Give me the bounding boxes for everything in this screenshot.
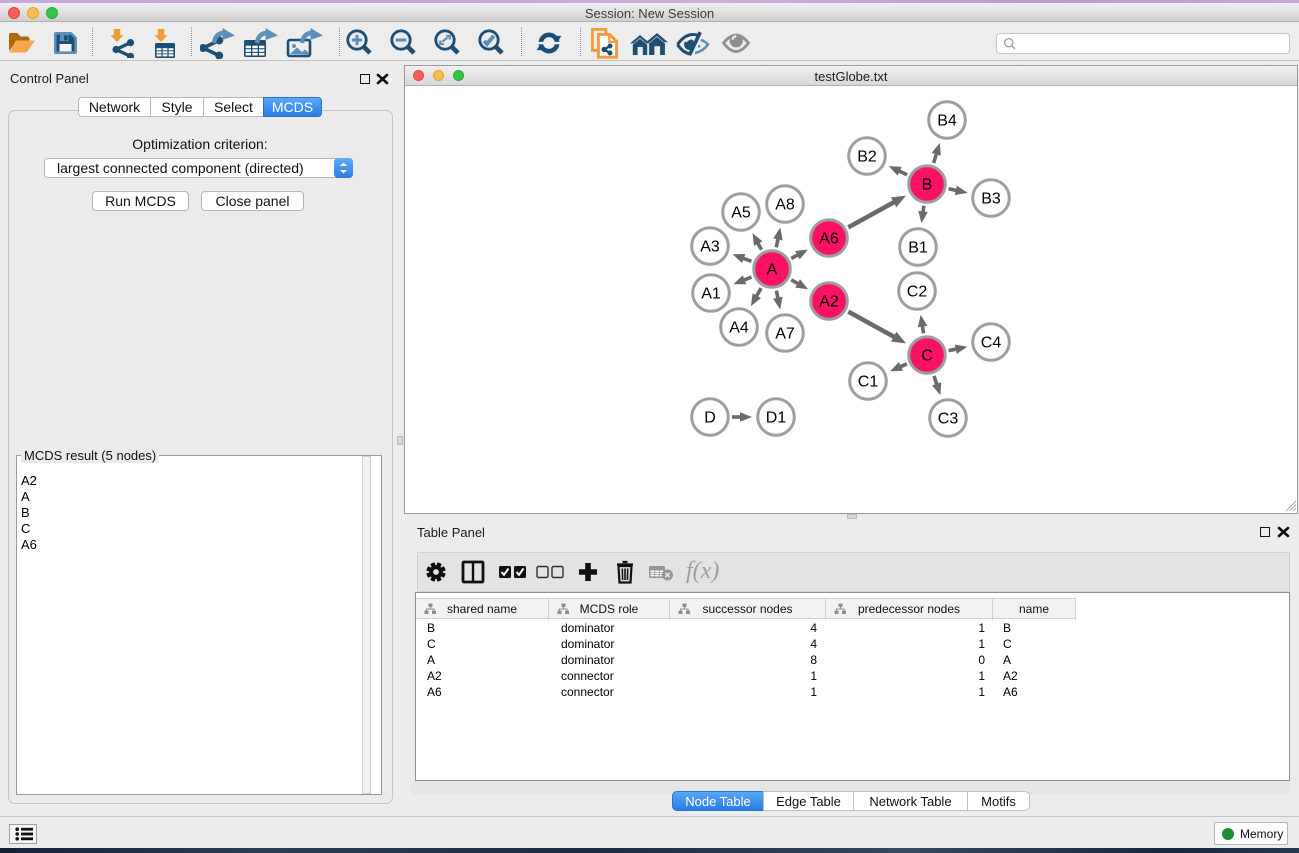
svg-text:A8: A8 bbox=[775, 197, 795, 214]
svg-text:B2: B2 bbox=[857, 149, 877, 166]
svg-text:A7: A7 bbox=[775, 326, 795, 343]
svg-text:A3: A3 bbox=[700, 239, 720, 256]
svg-text:C3: C3 bbox=[938, 411, 959, 428]
svg-text:A5: A5 bbox=[731, 205, 751, 222]
svg-text:C2: C2 bbox=[907, 284, 928, 301]
svg-text:A6: A6 bbox=[819, 231, 839, 248]
svg-text:D: D bbox=[704, 410, 716, 427]
svg-text:D1: D1 bbox=[766, 410, 787, 427]
svg-text:C1: C1 bbox=[858, 374, 879, 391]
svg-text:B3: B3 bbox=[981, 191, 1001, 208]
svg-text:B: B bbox=[922, 177, 933, 194]
svg-text:A1: A1 bbox=[701, 286, 721, 303]
svg-text:A2: A2 bbox=[819, 294, 839, 311]
svg-text:A: A bbox=[767, 262, 778, 279]
svg-text:B4: B4 bbox=[937, 113, 957, 130]
svg-text:C: C bbox=[921, 348, 933, 365]
svg-text:B1: B1 bbox=[908, 240, 928, 257]
svg-text:A4: A4 bbox=[729, 320, 749, 337]
svg-text:C4: C4 bbox=[981, 335, 1002, 352]
